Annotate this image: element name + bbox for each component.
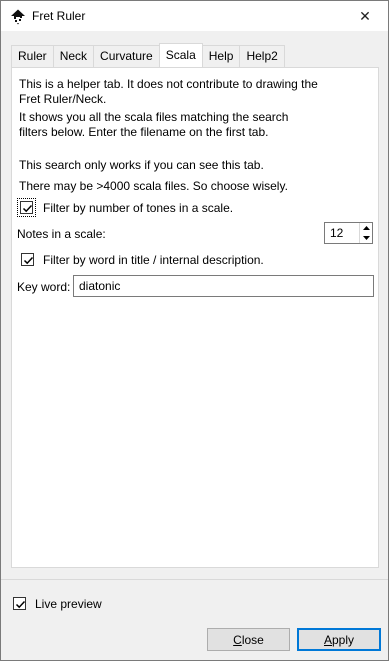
close-button[interactable]: Close bbox=[207, 628, 290, 651]
spin-down-icon bbox=[362, 236, 370, 240]
live-preview-label: Live preview bbox=[35, 597, 102, 611]
info-text-2: It shows you all the scala files matchin… bbox=[19, 110, 289, 139]
info-text-3: This search only works if you can see th… bbox=[19, 158, 264, 172]
filter-word-checkbox[interactable] bbox=[21, 253, 34, 266]
keyword-input[interactable]: diatonic bbox=[73, 275, 374, 297]
apply-button[interactable]: Apply bbox=[297, 628, 381, 651]
dialog-window: Fret Ruler ✕ Ruler Neck Curvature Scala … bbox=[0, 0, 389, 661]
spin-up-icon bbox=[362, 226, 370, 230]
footer-divider bbox=[1, 579, 388, 580]
keyword-value: diatonic bbox=[79, 279, 121, 293]
tab-bar: Ruler Neck Curvature Scala Help Help2 bbox=[11, 43, 285, 67]
keyword-label: Key word: bbox=[17, 280, 71, 294]
notes-spinbox[interactable]: 12 bbox=[324, 222, 373, 244]
tab-scala[interactable]: Scala bbox=[158, 43, 203, 67]
checkmark-icon bbox=[23, 256, 34, 265]
checkmark-icon bbox=[15, 600, 26, 609]
tab-ruler[interactable]: Ruler bbox=[11, 45, 54, 67]
apply-button-label: pply bbox=[332, 632, 355, 647]
notes-value: 12 bbox=[330, 226, 344, 240]
close-button-mnemonic: C bbox=[233, 632, 242, 647]
info-text-4: There may be >4000 scala files. So choos… bbox=[19, 179, 288, 193]
checkmark-icon bbox=[22, 204, 33, 213]
info-text-1: This is a helper tab. It does not contri… bbox=[19, 77, 318, 106]
scala-tab-panel bbox=[11, 67, 379, 568]
filter-tones-checkbox[interactable] bbox=[20, 201, 33, 214]
inkscape-icon bbox=[11, 9, 25, 25]
tab-neck[interactable]: Neck bbox=[52, 45, 95, 67]
tab-help[interactable]: Help bbox=[201, 45, 241, 67]
spin-up-button[interactable] bbox=[359, 223, 372, 233]
apply-button-mnemonic: A bbox=[323, 632, 332, 647]
tab-help2[interactable]: Help2 bbox=[239, 45, 285, 67]
title-bar[interactable]: Fret Ruler ✕ bbox=[1, 1, 388, 31]
close-icon: ✕ bbox=[359, 7, 371, 24]
notes-in-scale-label: Notes in a scale: bbox=[17, 227, 106, 241]
live-preview-checkbox[interactable] bbox=[13, 597, 26, 610]
spin-down-button[interactable] bbox=[359, 233, 372, 243]
close-window-button[interactable]: ✕ bbox=[342, 1, 388, 31]
close-button-label: lose bbox=[241, 632, 264, 647]
filter-tones-label: Filter by number of tones in a scale. bbox=[43, 201, 234, 215]
tab-curvature[interactable]: Curvature bbox=[93, 45, 160, 67]
filter-word-label: Filter by word in title / internal descr… bbox=[43, 253, 264, 267]
window-title: Fret Ruler bbox=[32, 9, 86, 23]
